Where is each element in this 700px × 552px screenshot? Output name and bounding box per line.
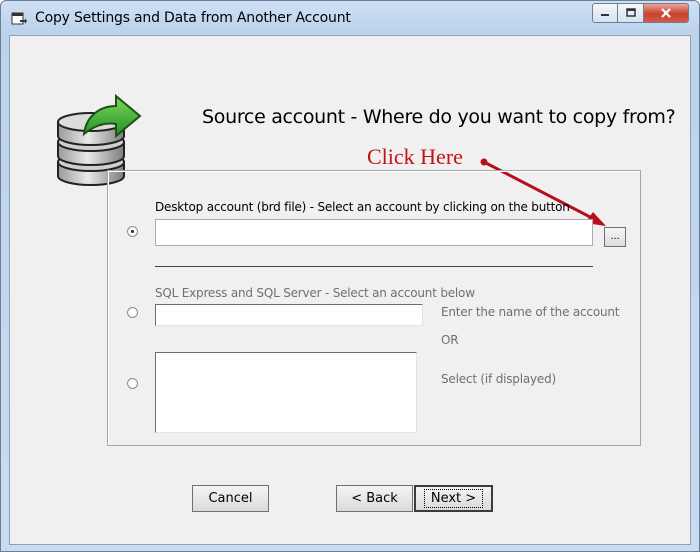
account-name-hint: Enter the name of the account <box>441 305 620 319</box>
title-bar[interactable]: Copy Settings and Data from Another Acco… <box>1 1 699 35</box>
close-icon <box>661 8 671 18</box>
dialog-client-area: Source account - Where do you want to co… <box>9 35 691 545</box>
account-list-box[interactable] <box>155 352 417 433</box>
close-button[interactable] <box>644 3 689 23</box>
minimize-button[interactable] <box>592 3 618 23</box>
or-label: OR <box>441 333 459 347</box>
cancel-button[interactable]: Cancel <box>192 485 269 512</box>
dialog-window: Copy Settings and Data from Another Acco… <box>0 0 700 552</box>
sql-name-radio[interactable] <box>127 307 138 318</box>
back-button[interactable]: < Back <box>336 485 413 512</box>
desktop-file-path-field[interactable] <box>155 219 593 246</box>
desktop-option-label: Desktop account (brd file) - Select an a… <box>155 200 570 214</box>
section-separator <box>155 266 593 267</box>
next-button-label: Next > <box>423 489 484 508</box>
window-title: Copy Settings and Data from Another Acco… <box>35 10 351 26</box>
account-list-hint: Select (if displayed) <box>441 372 556 386</box>
next-button[interactable]: Next > <box>414 485 493 512</box>
caption-buttons <box>592 3 689 23</box>
minimize-icon <box>601 14 609 16</box>
desktop-account-radio[interactable] <box>127 226 138 237</box>
sql-list-radio[interactable] <box>127 378 138 389</box>
sql-section-label: SQL Express and SQL Server - Select an a… <box>155 286 475 300</box>
account-name-input[interactable] <box>155 304 423 326</box>
maximize-button[interactable] <box>618 3 644 23</box>
copy-window-icon <box>11 12 27 25</box>
browse-button[interactable]: ... <box>604 227 626 247</box>
page-heading: Source account - Where do you want to co… <box>202 106 676 128</box>
click-here-annotation: Click Here <box>367 144 463 169</box>
maximize-icon <box>625 8 636 17</box>
